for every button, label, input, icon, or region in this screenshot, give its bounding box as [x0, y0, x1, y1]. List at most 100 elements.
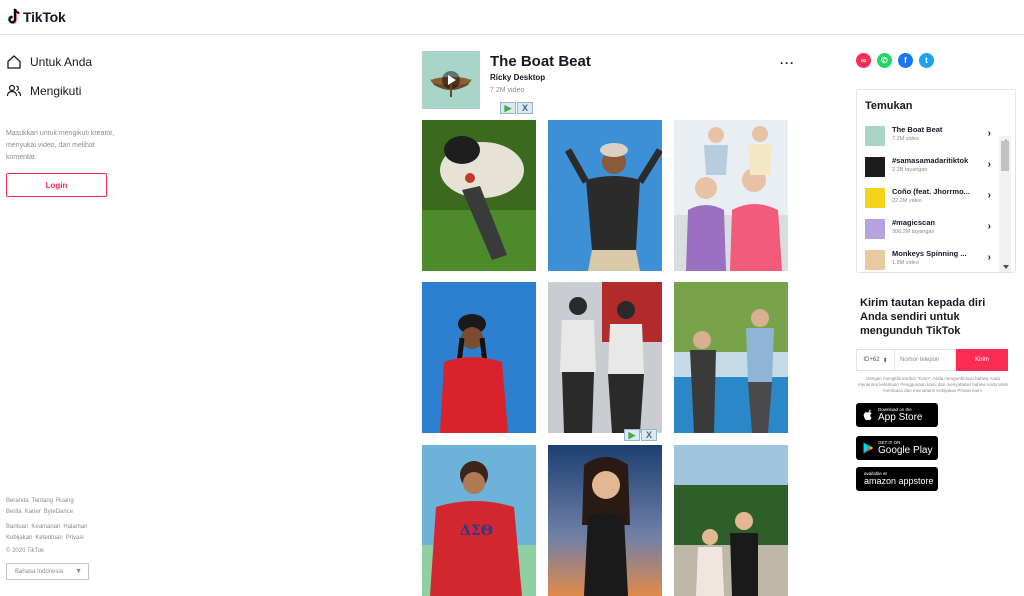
- footer-link[interactable]: Privasi: [66, 535, 84, 541]
- video-tile[interactable]: [422, 282, 536, 433]
- footer-link[interactable]: Ketentuan: [35, 535, 62, 541]
- footer-link[interactable]: Karier: [25, 509, 41, 515]
- discover-item-meta: 306.2M tayangan: [892, 229, 935, 235]
- ad-close-icon[interactable]: X: [641, 429, 657, 441]
- video-tile[interactable]: [674, 120, 788, 271]
- login-hint: Masukkan untuk mengikuti kreator, menyuk…: [6, 130, 115, 161]
- video-thumbnail: [674, 445, 788, 596]
- nav-for-you[interactable]: Untuk Anda: [6, 54, 92, 70]
- send-button[interactable]: Kirim: [956, 349, 1008, 371]
- video-thumbnail: ΔΣΘ: [422, 445, 536, 596]
- facebook-icon[interactable]: f: [898, 53, 913, 68]
- music-header: The Boat Beat Ricky Desktop 7.2M video ·…: [422, 51, 802, 111]
- discover-item[interactable]: The Boat Beat 7.2M video ›: [865, 123, 997, 153]
- video-thumbnail: [548, 120, 662, 271]
- discover-item[interactable]: #samasamadaritiktok 2.2B tayangan ›: [865, 154, 997, 184]
- video-tile[interactable]: [674, 445, 788, 596]
- ad-close-icon[interactable]: X: [517, 102, 533, 114]
- boat-cover-icon: [422, 51, 480, 109]
- sidebar: Untuk Anda Mengikuti Masukkan untuk meng…: [0, 36, 240, 592]
- video-thumbnail: [548, 445, 662, 596]
- discover-thumb: [865, 188, 885, 208]
- logo-text: TikTok: [23, 8, 66, 25]
- tiktok-logo[interactable]: TikTok: [8, 8, 66, 25]
- music-video-count: 7.2M video: [490, 87, 525, 94]
- discover-thumb: [865, 250, 885, 270]
- discover-item[interactable]: Monkeys Spinning ... 1.8M video ›: [865, 247, 997, 277]
- discover-item-name: Monkeys Spinning ...: [892, 249, 967, 258]
- music-cover[interactable]: [422, 51, 480, 109]
- video-tile[interactable]: [548, 120, 662, 271]
- apple-icon: [863, 409, 872, 421]
- video-tile[interactable]: [548, 282, 662, 433]
- discover-scrollbar[interactable]: [999, 136, 1011, 272]
- link-icon[interactable]: ∞: [856, 53, 871, 68]
- video-tile[interactable]: [548, 445, 662, 596]
- more-options-button[interactable]: ···: [780, 56, 795, 70]
- footer-link[interactable]: Tentang: [32, 498, 53, 504]
- footer-links-row1: Beranda Tentang Ruang Berita Karier ByteDanc…: [6, 496, 118, 518]
- scroll-thumb[interactable]: [1001, 141, 1009, 171]
- video-tile[interactable]: ΔΣΘ: [422, 445, 536, 596]
- users-icon: [6, 84, 22, 97]
- nav-following[interactable]: Mengikuti: [6, 83, 81, 99]
- ad-overlay-top: ▶ X: [500, 102, 533, 114]
- discover-item-name: The Boat Beat: [892, 125, 943, 134]
- footer-link[interactable]: Beranda: [6, 498, 29, 504]
- store-big-text: amazon appstore: [864, 476, 934, 486]
- app-store-button[interactable]: Download on the App Store: [856, 403, 938, 427]
- whatsapp-icon[interactable]: ✆: [877, 53, 892, 68]
- nav-label: Mengikuti: [30, 84, 82, 98]
- discover-item-meta: 2.2B tayangan: [892, 167, 928, 173]
- discover-item-meta: 7.2M video: [892, 136, 919, 142]
- share-icons: ∞ ✆ f t: [856, 53, 934, 68]
- amazon-appstore-button[interactable]: available at amazon appstore: [856, 467, 938, 491]
- home-icon: [7, 55, 21, 69]
- discover-thumb: [865, 126, 885, 146]
- video-grid: ΔΣΘ: [422, 120, 788, 596]
- video-tile[interactable]: [674, 282, 788, 433]
- login-button[interactable]: Login: [6, 173, 107, 197]
- discover-item-name: #magicscan: [892, 218, 935, 227]
- footer-link[interactable]: Keamanan: [31, 524, 60, 530]
- discover-panel: Temukan The Boat Beat 7.2M video › #sama…: [856, 89, 1016, 273]
- ad-play-icon[interactable]: ▶: [624, 429, 640, 441]
- music-title: The Boat Beat: [490, 53, 591, 70]
- country-code-value: ID+62: [863, 357, 880, 363]
- footer-link[interactable]: ByteDance: [44, 509, 73, 515]
- send-disclaimer: Dengan mengklik tombol "Kirim", Anda men…: [857, 376, 1009, 393]
- chevron-right-icon: ›: [987, 159, 991, 170]
- store-big-text: Google Play: [878, 445, 933, 456]
- google-play-icon: [863, 442, 873, 454]
- discover-item[interactable]: Coño (feat. Jhorrmo... 22.2M video ›: [865, 185, 997, 215]
- discover-thumb: [865, 219, 885, 239]
- discover-item-name: #samasamadaritiktok: [892, 156, 969, 165]
- music-artist[interactable]: Ricky Desktop: [490, 73, 545, 82]
- scroll-down-arrow-icon[interactable]: [1003, 265, 1009, 269]
- phone-form: ID+62 ⬍ Nomor telepon Kirim: [856, 349, 1008, 371]
- discover-item-meta: 1.8M video: [892, 260, 919, 266]
- twitter-icon[interactable]: t: [919, 53, 934, 68]
- ad-overlay-middle: ▶ X: [624, 429, 657, 441]
- updown-arrow-icon: ⬍: [882, 357, 888, 364]
- discover-item[interactable]: #magicscan 306.2M tayangan ›: [865, 216, 997, 246]
- footer-link[interactable]: Bantuan: [6, 524, 28, 530]
- chevron-right-icon: ›: [987, 221, 991, 232]
- ad-play-icon[interactable]: ▶: [500, 102, 516, 114]
- footer-links-row2: Bantuan Keamanan Halaman Kebijakan Ketentua…: [6, 522, 118, 544]
- video-thumbnail: [422, 282, 536, 433]
- chevron-right-icon: ›: [987, 252, 991, 263]
- top-bar: TikTok: [0, 0, 1024, 35]
- language-select[interactable]: Bahasa Indonesia ▼: [6, 563, 89, 580]
- video-thumbnail: [422, 120, 536, 271]
- video-thumbnail: [548, 282, 662, 433]
- google-play-button[interactable]: GET IT ON Google Play: [856, 436, 938, 460]
- video-thumbnail: [674, 120, 788, 271]
- send-link-title: Kirim tautan kepada diri Anda sendiri un…: [860, 297, 986, 337]
- store-big-text: App Store: [878, 412, 923, 423]
- discover-thumb: [865, 157, 885, 177]
- video-tile[interactable]: [422, 120, 536, 271]
- phone-number-input[interactable]: Nomor telepon: [895, 349, 956, 371]
- discover-title: Temukan: [865, 100, 913, 112]
- country-code-select[interactable]: ID+62 ⬍: [856, 349, 895, 371]
